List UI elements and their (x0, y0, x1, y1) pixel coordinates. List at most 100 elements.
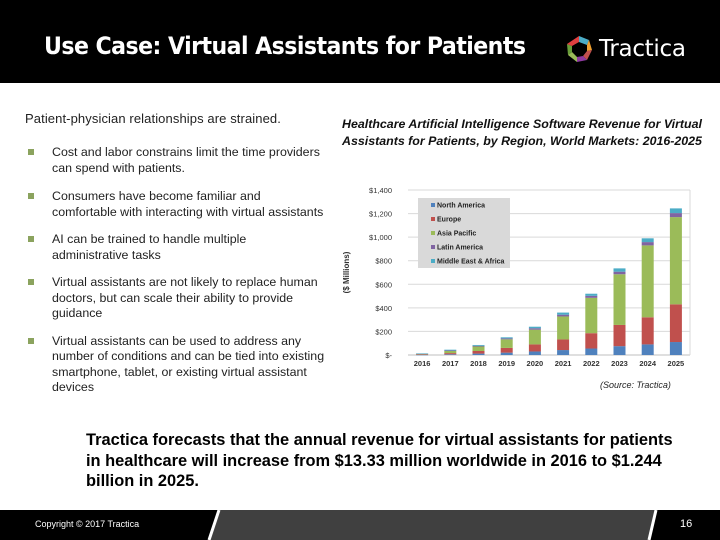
page-number: 16 (680, 518, 693, 530)
legend-swatch (431, 259, 435, 263)
bullet-square-icon (28, 149, 34, 155)
bar-segment (472, 350, 485, 354)
bullet-square-icon (28, 193, 34, 199)
legend-swatch (431, 217, 435, 221)
legend-swatch (431, 231, 435, 235)
bar-segment (472, 344, 485, 346)
bar-segment (641, 242, 654, 246)
bar-segment (444, 350, 457, 354)
bar-segment (557, 314, 570, 317)
chart-source: (Source: Tractica) (600, 380, 671, 390)
bar-segment (641, 344, 654, 355)
legend-label: Europe (437, 217, 461, 224)
x-tick-label: 2025 (668, 359, 685, 368)
bar-segment (613, 271, 626, 275)
bar-segment (416, 354, 429, 355)
bar-segment (528, 328, 541, 330)
bar-segment (444, 349, 457, 351)
bullet-item: Consumers have become familiar and comfo… (25, 189, 325, 220)
bullet-item: Cost and labor constrains limit the time… (25, 145, 325, 176)
y-axis-label: ($ Millions) (342, 251, 351, 293)
bar-segment (613, 346, 626, 355)
bar-segment (557, 312, 570, 315)
bar-segment (613, 324, 626, 347)
y-tick-label: $800 (375, 257, 392, 266)
intro-text: Patient-physician relationships are stra… (25, 111, 281, 126)
bullet-text: Consumers have become familiar and comfo… (52, 189, 324, 219)
x-tick-label: 2020 (527, 359, 544, 368)
bar-segment (613, 268, 626, 272)
bullet-item: AI can be trained to handle multiple adm… (25, 232, 325, 263)
y-tick-label: $1,000 (369, 233, 392, 242)
logo-text: Tractica (599, 36, 686, 62)
bar-segment (472, 353, 485, 355)
bullet-text: AI can be trained to handle multiple adm… (52, 232, 247, 262)
bar-segment (472, 346, 485, 351)
y-tick-label: $- (385, 351, 392, 360)
bar-segment (500, 337, 513, 339)
bar-segment (528, 326, 541, 329)
bar-segment (444, 354, 457, 355)
x-tick-label: 2021 (555, 359, 572, 368)
chart-title: Healthcare Artificial Intelligence Softw… (342, 117, 702, 148)
bar-segment (613, 274, 626, 325)
legend-swatch (431, 245, 435, 249)
y-tick-label: $200 (375, 327, 392, 336)
bar-segment (557, 339, 570, 351)
bar-segment (585, 348, 598, 355)
summary-text: Tractica forecasts that the annual reven… (86, 431, 673, 490)
y-tick-label: $600 (375, 280, 392, 289)
bar-segment (528, 351, 541, 355)
bar-segment (585, 333, 598, 349)
bar-segment (669, 213, 682, 218)
stacked-bar-chart: $- $200 $400 $600 $800 $1,000 $1,200 $1,400 ($ M… (342, 186, 691, 368)
legend-label: Asia Pacific (437, 231, 476, 238)
y-tick-label: $1,200 (369, 210, 392, 219)
bar-segment (500, 352, 513, 355)
x-tick-label: 2016 (414, 359, 431, 368)
bar-segment (500, 338, 513, 340)
legend-label: Latin America (437, 245, 483, 252)
bullet-square-icon (28, 236, 34, 242)
bar-segment (444, 350, 457, 351)
x-tick-label: 2024 (639, 359, 657, 368)
x-tick-label: 2023 (611, 359, 628, 368)
slide-title: Use Case: Virtual Assistants for Patient… (44, 32, 526, 60)
legend-label: North America (437, 203, 485, 210)
bullet-item: Virtual assistants can be used to addres… (25, 334, 325, 396)
bar-segment (641, 245, 654, 318)
y-tick-label: $1,400 (369, 186, 392, 195)
tractica-logo-icon (567, 36, 592, 62)
bullet-text: Virtual assistants can be used to addres… (52, 333, 325, 395)
bar-segment (528, 329, 541, 345)
bar-segment (557, 316, 570, 340)
bar-segment (585, 297, 598, 334)
bullet-text: Virtual assistants are not likely to rep… (52, 275, 318, 320)
bar-segment (669, 304, 682, 343)
bar-segment (416, 353, 429, 354)
bar-segment (500, 339, 513, 348)
x-tick-label: 2017 (442, 359, 459, 368)
bar-segment (585, 295, 598, 298)
bar-segment (528, 344, 541, 352)
bar-segment (585, 293, 598, 296)
bar-segment (641, 317, 654, 345)
bar-segment (669, 342, 682, 355)
legend-swatch (431, 203, 435, 207)
bar-segment (669, 208, 682, 214)
bar-segment (641, 238, 654, 243)
bar-segment (557, 350, 570, 355)
y-tick-label: $400 (375, 304, 392, 313)
bullet-square-icon (28, 337, 34, 344)
bullet-square-icon (28, 279, 34, 285)
bullet-text: Cost and labor constrains limit the time… (52, 145, 320, 175)
copyright-text: Copyright © 2017 Tractica (35, 519, 140, 529)
bar-segment (444, 353, 457, 355)
bar-segment (500, 347, 513, 353)
brand-logo: Tractica (563, 33, 686, 65)
x-tick-label: 2022 (583, 359, 600, 368)
bullet-item: Virtual assistants are not likely to rep… (25, 275, 325, 322)
bullet-list: Cost and labor constrains limit the time… (25, 145, 325, 396)
x-tick-label: 2019 (498, 359, 515, 368)
bar-segment (472, 345, 485, 347)
